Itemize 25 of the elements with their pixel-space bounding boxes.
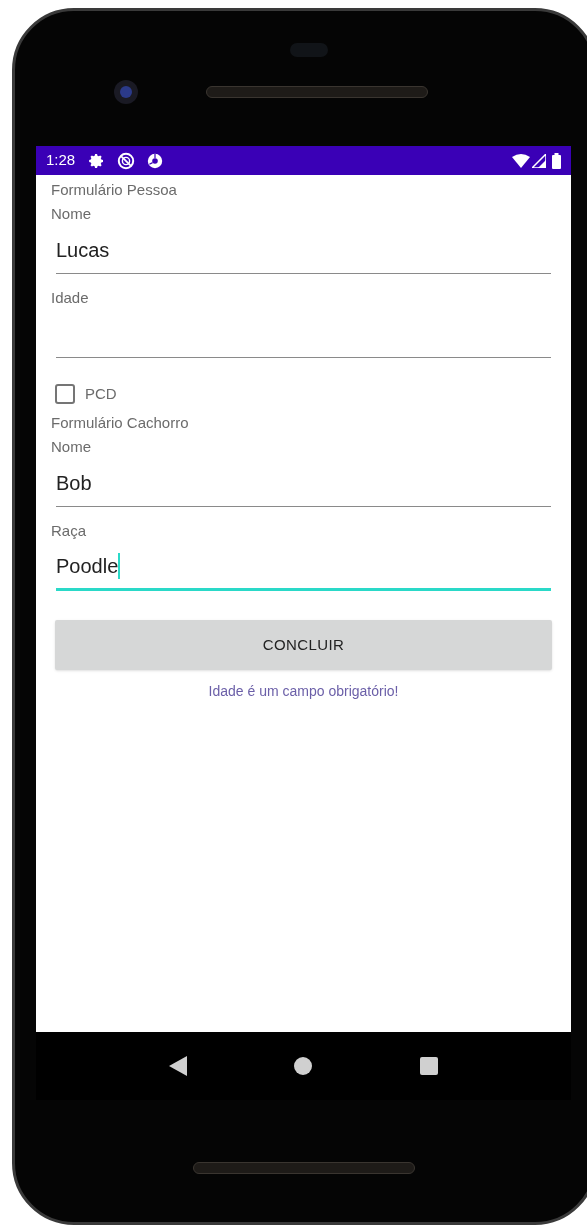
error-message: Idade é um campo obrigatório! [208,683,399,699]
conclude-button[interactable]: CONCLUIR [55,620,552,670]
blocked-icon [117,151,136,170]
back-icon [169,1056,188,1076]
wifi-icon [512,153,530,168]
signal-icon [532,153,546,168]
recents-icon [419,1057,438,1075]
field-label: Nome [51,205,91,222]
camera-icon [114,80,138,104]
text-cursor-icon [118,552,121,579]
status-time: 1:28 [46,150,76,171]
form-heading: Formulário Cachorro [51,414,189,431]
home-icon [293,1056,314,1076]
checkbox-label: PCD [85,383,117,404]
gear-icon [89,152,106,169]
globe-icon [147,152,164,169]
text-field[interactable]: Bob [56,459,551,507]
field-label: Idade [51,289,89,306]
checkbox[interactable] [55,384,75,404]
form-heading: Formulário Pessoa [51,181,177,198]
battery-icon [552,152,561,169]
field-label: Nome [51,438,91,455]
field-label: Raça [51,522,87,539]
text-field[interactable]: Lucas [56,226,551,274]
text-field[interactable]: Poodle [56,543,551,591]
